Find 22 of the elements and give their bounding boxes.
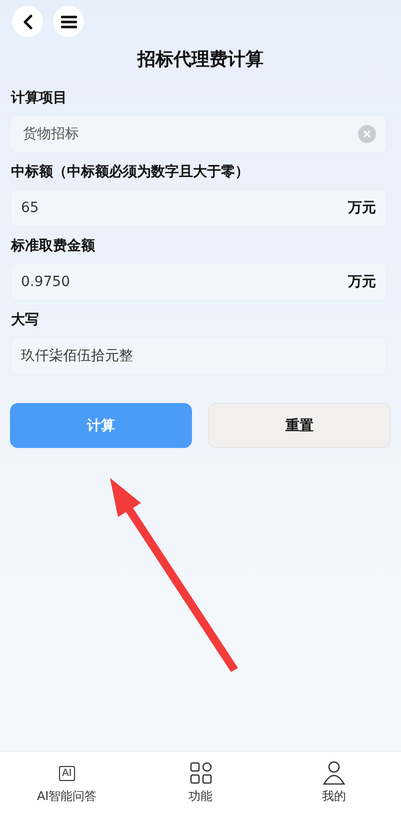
grid-icon bbox=[190, 762, 212, 784]
field-label: 标准取费金额 bbox=[11, 237, 95, 255]
input-field[interactable]: 玖仟柒佰伍拾元整 bbox=[10, 337, 387, 375]
tab-item[interactable]: 我的 bbox=[267, 752, 401, 814]
menu-icon bbox=[60, 14, 76, 28]
tab-item[interactable]: 功能 bbox=[134, 752, 268, 814]
unit-label: 万元 bbox=[348, 273, 376, 291]
input-field[interactable]: 65 万元 bbox=[10, 189, 387, 227]
tab-item[interactable]: AI AI智能问答 bbox=[0, 752, 134, 814]
field-label: 计算项目 bbox=[11, 89, 67, 107]
input-field[interactable]: 0.9750 万元 bbox=[10, 263, 387, 301]
ai-icon: AI bbox=[58, 766, 75, 780]
unit-label: 万元 bbox=[348, 199, 376, 217]
back-icon bbox=[22, 14, 34, 30]
field-label: 大写 bbox=[11, 311, 39, 329]
reset-button[interactable]: 重置 bbox=[208, 403, 391, 448]
back-button[interactable] bbox=[12, 6, 43, 37]
person-icon bbox=[323, 761, 346, 785]
page-title: 招标代理费计算 bbox=[136, 48, 264, 71]
field-label: 中标额（中标额必须为数字且大于零） bbox=[11, 163, 249, 181]
input-field[interactable]: 货物招标 bbox=[10, 115, 387, 153]
menu-button[interactable] bbox=[53, 6, 84, 37]
